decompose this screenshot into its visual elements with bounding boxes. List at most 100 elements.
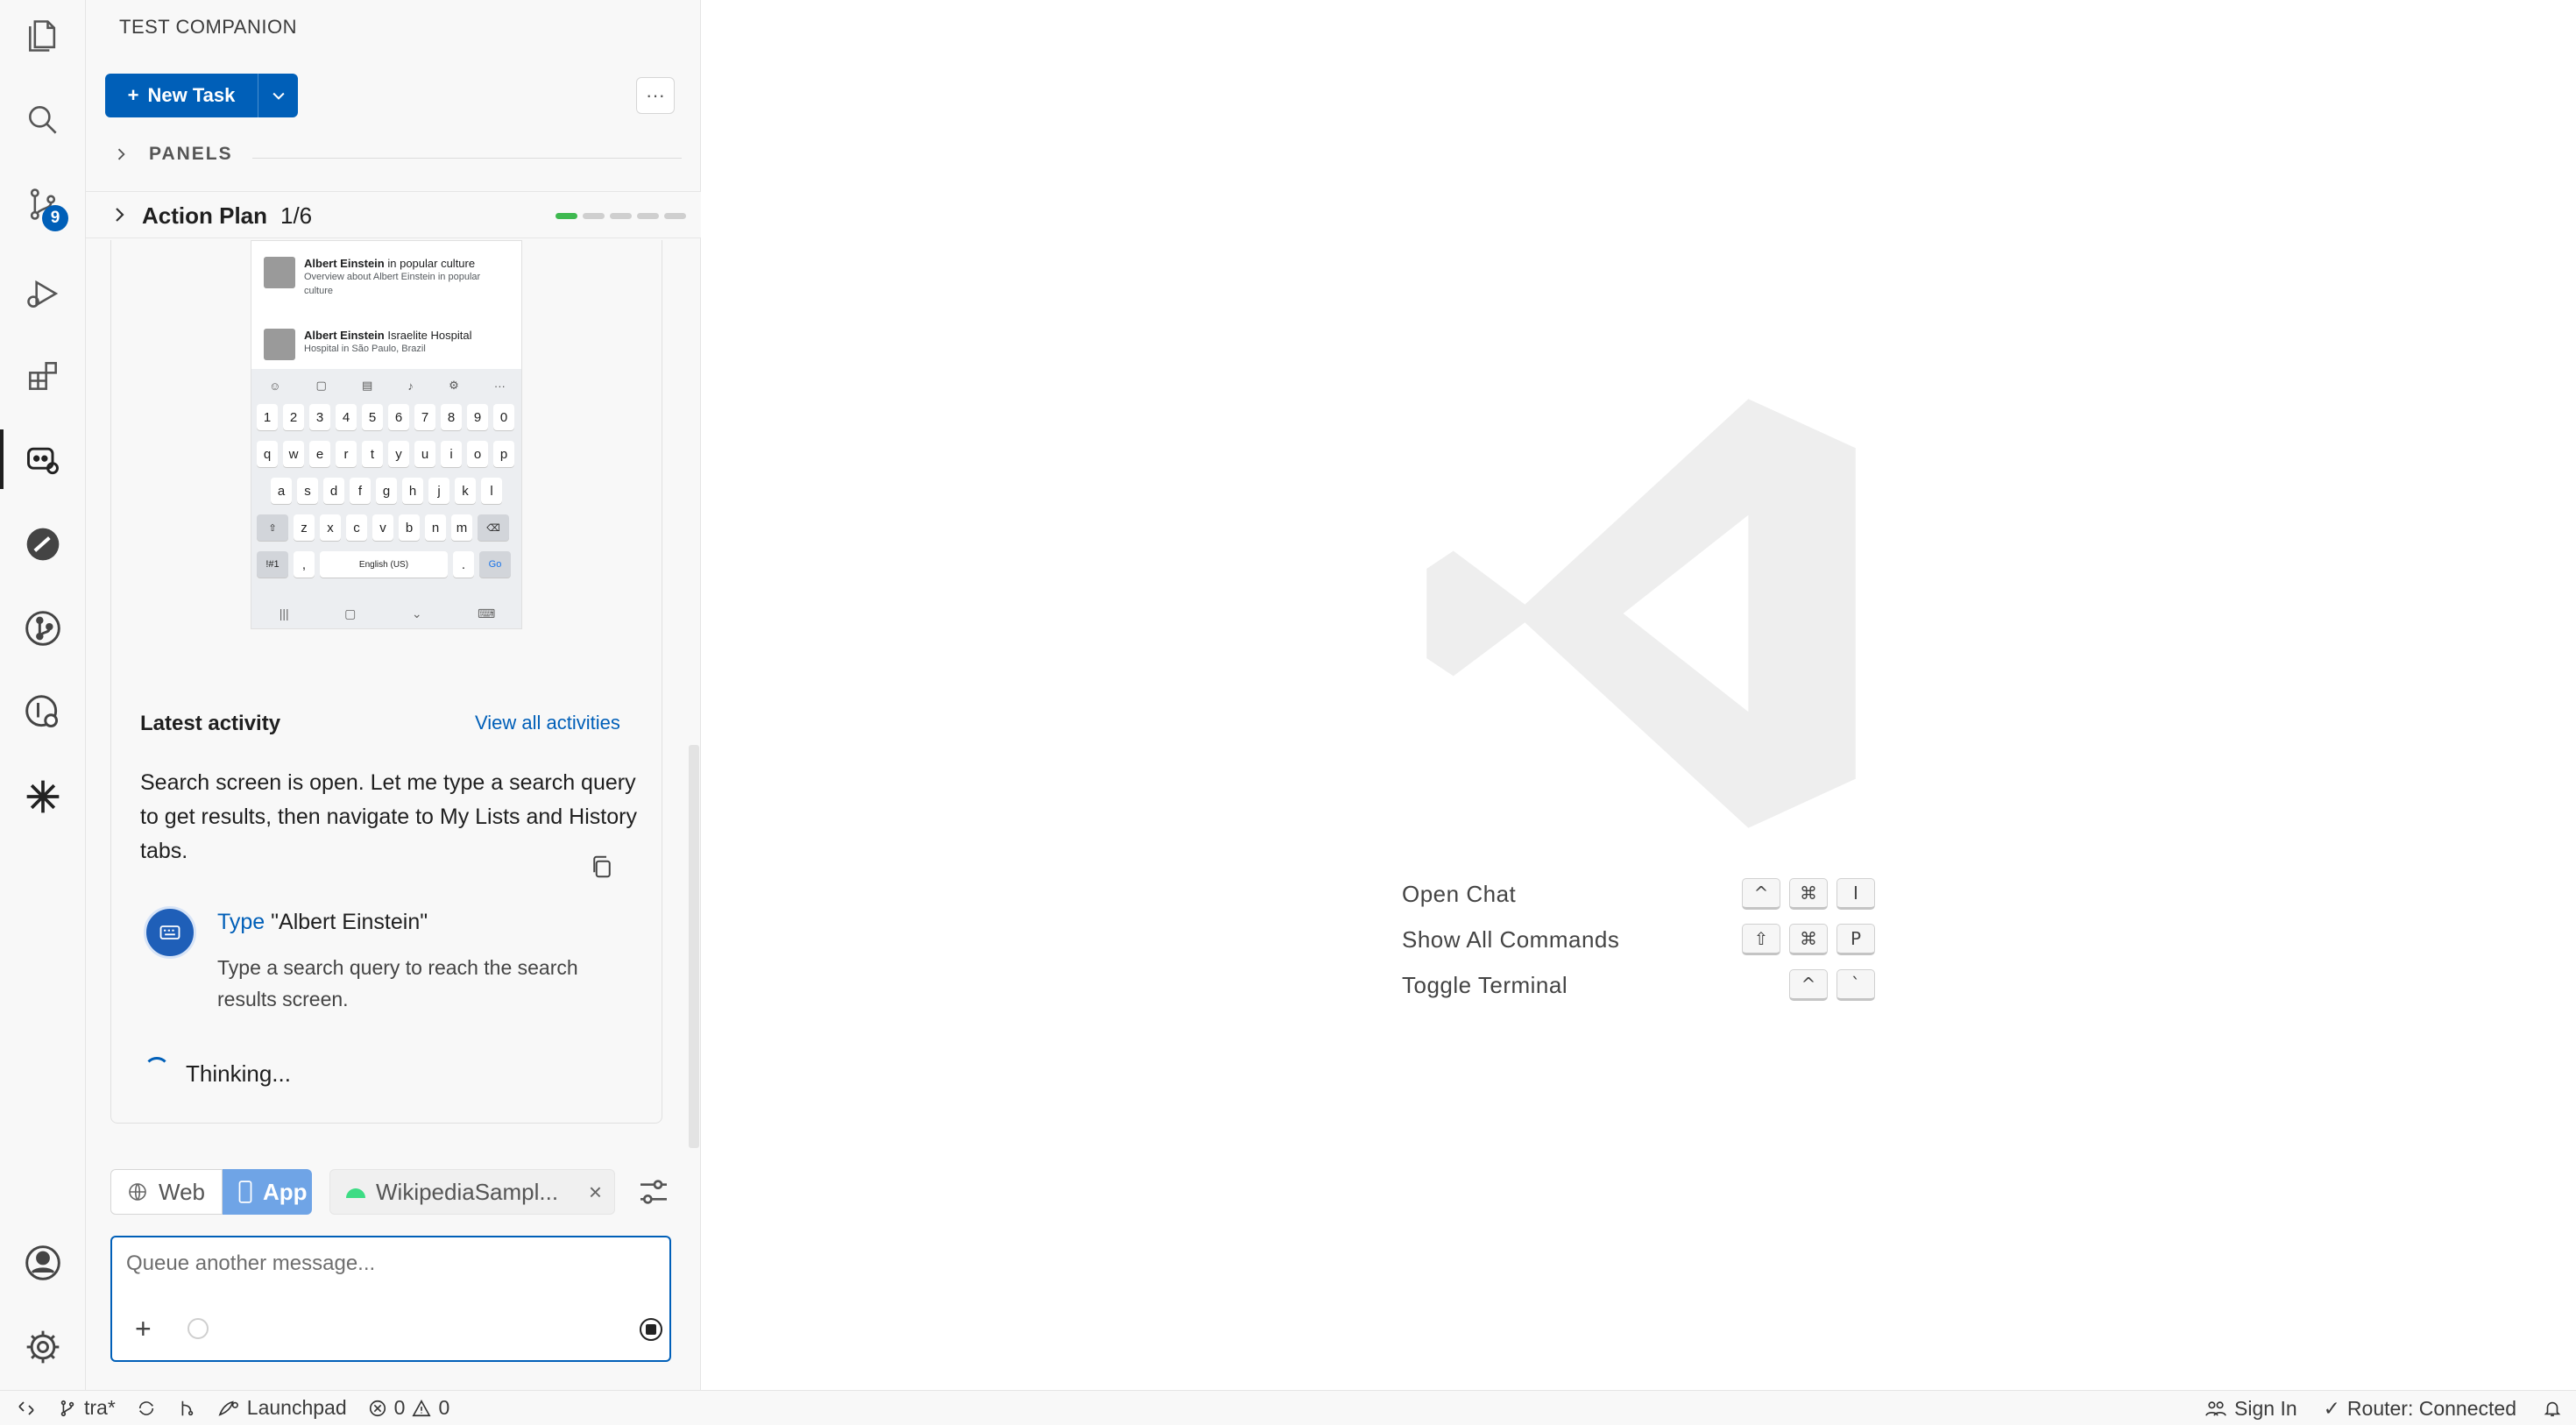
account-icon[interactable] (21, 1241, 65, 1285)
mode-tab-web[interactable]: Web (110, 1169, 223, 1215)
remote-indicator[interactable] (16, 1398, 37, 1419)
result-thumbnail (264, 257, 295, 288)
keyboard-key: o (467, 441, 488, 467)
shortcut-keys: ^ ⌘ I (1735, 878, 1875, 910)
sign-in-button[interactable]: Sign In (2204, 1397, 2297, 1421)
keyboard-key: l (481, 478, 502, 504)
result-description: Hospital in São Paulo, Brazil (304, 344, 426, 354)
symbols-key: !#1 (257, 551, 288, 578)
shortcut-open-chat[interactable]: Open Chat ^ ⌘ I (1402, 871, 1875, 917)
git-branch-icon (60, 1400, 74, 1416)
remote-icon (18, 1400, 34, 1415)
sidebar-title: TEST COMPANION (119, 16, 297, 38)
new-task-button[interactable]: + New Task (105, 74, 258, 117)
progress-step (664, 213, 686, 219)
keyboard-key: v (372, 514, 393, 541)
soft-keyboard: ☺ ▢ ▤ ♪ ⚙ ··· 1234567890 qwertyuiop asdf… (251, 369, 521, 628)
branch-indicator[interactable]: tra* (58, 1396, 116, 1420)
keyboard-key: j (428, 478, 449, 504)
extensions-icon[interactable] (21, 354, 65, 398)
progress-step (583, 213, 605, 219)
warning-count: 0 (438, 1396, 450, 1419)
error-icon (369, 1400, 386, 1416)
problems-indicator[interactable]: 0 0 (368, 1396, 450, 1420)
keyboard-bottom-row: ⇧ zxcvbnm ⌫ (257, 514, 509, 541)
view-all-activities-link[interactable]: View all activities (475, 712, 620, 734)
keyboard-key: 7 (414, 404, 435, 430)
explorer-icon[interactable] (21, 14, 65, 58)
step-title: Type "Albert Einstein" (217, 910, 428, 935)
keyboard-letters: zxcvbnm (294, 514, 472, 541)
progress-step-done (556, 213, 577, 219)
mode-tab-app[interactable]: App (223, 1169, 312, 1215)
clipboard-icon: ▢ (315, 379, 327, 392)
test-companion-icon[interactable] (21, 438, 65, 482)
keyboard-key: k (455, 478, 476, 504)
search-icon[interactable] (21, 98, 65, 142)
key-cap: P (1836, 924, 1875, 955)
period-key: . (453, 551, 474, 578)
copy-icon[interactable] (589, 854, 615, 880)
shortcut-label: Open Chat (1402, 880, 1517, 907)
branch-name: tra* (84, 1396, 116, 1419)
keyboard-key: x (320, 514, 341, 541)
key-cap: I (1836, 878, 1875, 910)
sliders-icon[interactable] (636, 1174, 671, 1209)
progress-step (637, 213, 659, 219)
message-input[interactable] (126, 1248, 652, 1280)
notifications-button[interactable] (2543, 1398, 2562, 1419)
step-value: "Albert Einstein" (265, 910, 428, 934)
more-options-button[interactable]: ··· (636, 77, 675, 114)
keyboard-key: a (271, 478, 292, 504)
activity-bar: 9 (0, 0, 86, 1390)
new-task-group: + New Task (105, 74, 298, 117)
keyboard-space-row: !#1 , English (US) . Go (257, 551, 511, 578)
close-device-icon[interactable]: × (589, 1179, 602, 1206)
status-bar-right: Sign In ✓ Router: Connected (2204, 1391, 2562, 1425)
stop-icon (646, 1324, 656, 1335)
stop-button[interactable] (640, 1318, 662, 1341)
check-icon: ✓ (2323, 1396, 2340, 1420)
keyboard-key: n (425, 514, 446, 541)
key-cap: ⇧ (1742, 924, 1780, 955)
sync-button[interactable] (137, 1399, 156, 1418)
keyboard-icon: ⌨ (478, 606, 496, 620)
action-plan-header[interactable]: Action Plan 1/6 (86, 191, 701, 238)
device-name: WikipediaSampl... (376, 1178, 559, 1205)
key-cap: ` (1836, 969, 1875, 1001)
sparkle-icon[interactable] (21, 775, 65, 819)
home-icon: ▢ (344, 606, 357, 620)
source-control-badge: 9 (42, 205, 68, 231)
bell-icon (2544, 1401, 2561, 1417)
backspace-key: ⌫ (478, 514, 509, 541)
keyboard-toolbar: ☺ ▢ ▤ ♪ ⚙ ··· (251, 372, 521, 399)
keyboard-key: 5 (362, 404, 383, 430)
action-plan-count: 1/6 (280, 202, 313, 229)
device-chip[interactable]: WikipediaSampl... × (329, 1169, 615, 1215)
launchpad-button[interactable]: Launchpad (217, 1396, 347, 1420)
router-status[interactable]: ✓ Router: Connected (2324, 1397, 2516, 1421)
keyboard-key: m (451, 514, 472, 541)
run-debug-icon[interactable] (21, 272, 65, 315)
panels-toggle[interactable]: PANELS (112, 144, 233, 165)
new-task-dropdown-button[interactable] (258, 74, 298, 117)
git-graph-icon[interactable] (21, 606, 65, 650)
shortcut-show-all-commands[interactable]: Show All Commands ⇧ ⌘ P (1402, 917, 1875, 962)
sidebar-scrollbar[interactable] (689, 745, 699, 1148)
result-title-rest: Israelite Hospital (384, 329, 472, 342)
mode-web-label: Web (159, 1178, 205, 1205)
thinking-spinner (144, 1057, 170, 1083)
android-nav-bar: ||| ▢ ⌄ ⌨ (251, 600, 521, 627)
shortcut-toggle-terminal[interactable]: Toggle Terminal ^ ` (1402, 962, 1875, 1008)
add-attachment-button[interactable]: + (135, 1313, 152, 1345)
key-cap: ⌘ (1789, 878, 1828, 910)
result-description: Overview about Albert Einstein in popula… (304, 272, 481, 296)
settings-gear-icon[interactable] (21, 1325, 65, 1369)
keyboard-key: q (257, 441, 278, 467)
chevron-down-icon (272, 92, 285, 100)
git-lens-icon[interactable] (21, 691, 65, 734)
editor-area: Open Chat ^ ⌘ I Show All Commands ⇧ ⌘ P … (701, 0, 2576, 1390)
new-task-label: New Task (147, 84, 236, 106)
git-graph-status[interactable] (177, 1399, 196, 1418)
gauge-icon[interactable] (21, 522, 65, 566)
